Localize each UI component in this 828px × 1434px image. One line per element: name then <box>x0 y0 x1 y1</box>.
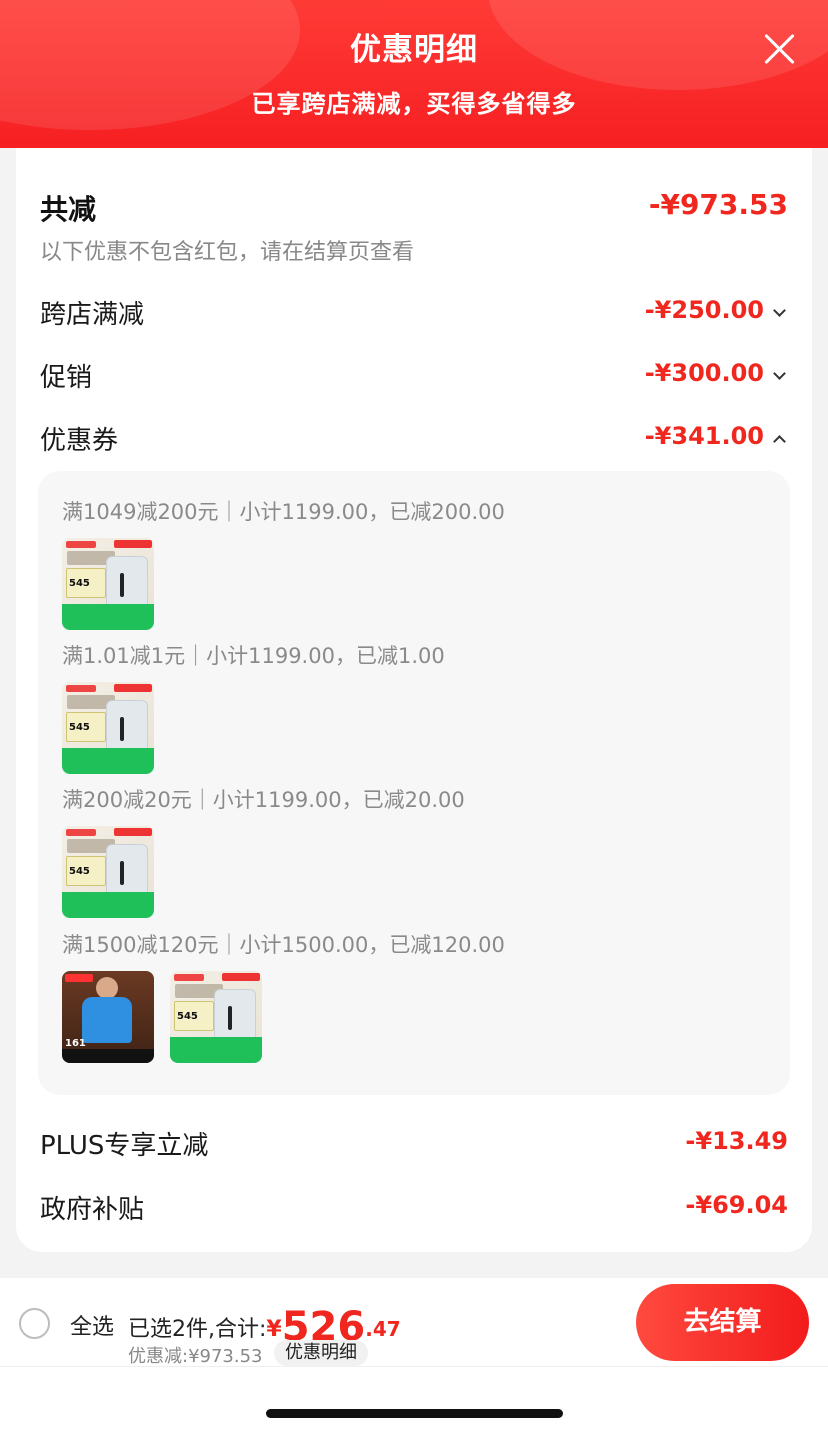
product-thumbnail[interactable]: 545 <box>170 971 262 1063</box>
chevron-up-icon <box>773 435 786 448</box>
home-indicator <box>266 1409 563 1418</box>
divider <box>0 1366 828 1367</box>
row-label: PLUS专享立减 <box>40 1131 209 1161</box>
discount-note: 以下优惠不包含红包，请在结算页查看 <box>40 240 415 265</box>
chevron-down-icon <box>773 304 786 317</box>
sheet-title: 优惠明细 <box>350 32 478 68</box>
row-coupon[interactable]: 优惠券 -¥341.00 <box>40 420 788 460</box>
row-label: 跨店满减 <box>40 300 145 330</box>
discount-detail-button[interactable]: 优惠明细 <box>274 1340 368 1366</box>
coupon-detail-panel: 满1049减200元｜小计1199.00，已减200.00 545 满1.01减… <box>38 471 790 1095</box>
sheet-subtitle: 已享跨店满减，买得多省得多 <box>251 90 577 118</box>
total-discount-amount: -¥973.53 <box>648 188 788 221</box>
discount-card: 共减 -¥973.53 以下优惠不包含红包，请在结算页查看 跨店满减 -¥250… <box>16 110 812 1252</box>
checkout-button[interactable]: 去结算 <box>636 1284 809 1361</box>
coupon-rule: 满1.01减1元｜小计1199.00，已减1.00 <box>62 644 445 668</box>
row-gov-subsidy: 政府补贴 -¥69.04 <box>40 1189 788 1229</box>
select-all-label[interactable]: 全选 <box>70 1309 114 1341</box>
row-amount: -¥13.49 <box>685 1127 788 1155</box>
coupon-rule: 满1049减200元｜小计1199.00，已减200.00 <box>62 500 505 524</box>
summary-prefix: 已选2件,合计: <box>128 1317 267 1342</box>
product-thumbnail[interactable]: 161 <box>62 971 154 1063</box>
product-thumbnail[interactable]: 545 <box>62 826 154 918</box>
product-thumbnail[interactable]: 545 <box>62 682 154 774</box>
row-promotion[interactable]: 促销 -¥300.00 <box>40 357 788 397</box>
total-decimal: .47 <box>365 1317 401 1341</box>
product-thumbnail[interactable]: 545 <box>62 538 154 630</box>
currency-symbol: ¥ <box>266 1317 282 1342</box>
row-amount: -¥300.00 <box>644 359 764 387</box>
chevron-down-icon <box>773 367 786 380</box>
row-label: 优惠券 <box>40 426 119 456</box>
row-amount: -¥69.04 <box>685 1191 788 1219</box>
row-plus-discount: PLUS专享立减 -¥13.49 <box>40 1125 788 1165</box>
discount-detail-header: 优惠明细 已享跨店满减，买得多省得多 <box>0 0 828 148</box>
checkout-bar: 全选 已选2件,合计:¥526.47 优惠减:¥973.53 优惠明细 去结算 <box>0 1278 828 1434</box>
row-amount: -¥250.00 <box>644 296 764 324</box>
coupon-rule: 满200减20元｜小计1199.00，已减20.00 <box>62 788 465 812</box>
row-label: 促销 <box>40 363 93 393</box>
row-amount: -¥341.00 <box>644 422 764 450</box>
discount-summary: 优惠减:¥973.53 <box>128 1346 263 1367</box>
coupon-rule: 满1500减120元｜小计1500.00，已减120.00 <box>62 933 505 957</box>
row-cross-store[interactable]: 跨店满减 -¥250.00 <box>40 294 788 334</box>
select-all-checkbox[interactable] <box>19 1308 50 1339</box>
total-discount-label: 共减 <box>40 193 97 226</box>
close-icon[interactable] <box>762 31 798 67</box>
row-label: 政府补贴 <box>40 1195 145 1225</box>
